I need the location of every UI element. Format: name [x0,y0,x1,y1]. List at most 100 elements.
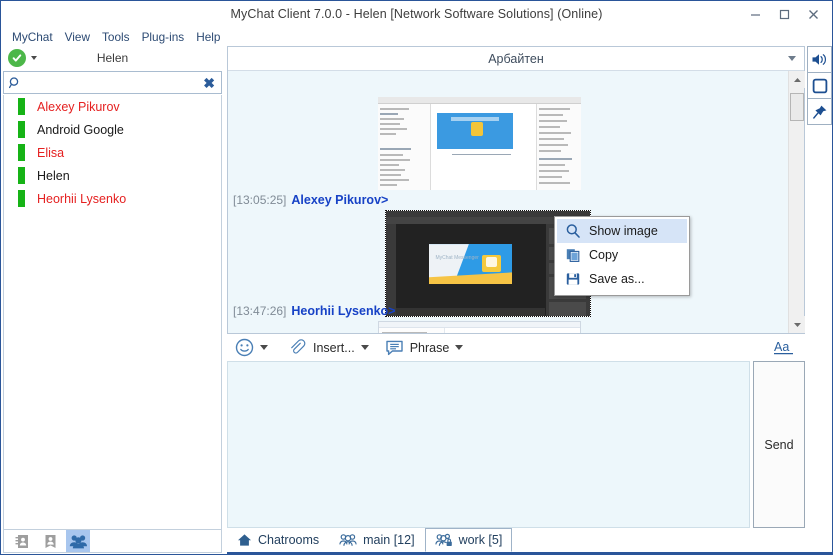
contact-name: Alexey Pikurov [37,99,120,114]
right-toolbar [807,46,832,146]
context-menu-item-copy[interactable]: Copy [557,243,687,267]
maximize-button[interactable] [770,2,799,26]
tab-chatrooms[interactable]: Chatrooms [227,528,329,552]
phrase-icon[interactable] [385,338,404,357]
message-input-box[interactable] [227,361,750,528]
message-author: Heorhii Lysenko> [291,304,396,318]
message-input[interactable] [228,362,749,527]
save-icon [561,271,585,287]
list-item[interactable]: Helen [4,164,221,187]
chat-title: Арбайтен [488,51,544,66]
phrase-label[interactable]: Phrase [410,341,450,355]
context-menu-label: Show image [589,224,658,238]
status-dropdown-icon[interactable] [31,56,37,60]
context-menu-item-save-as[interactable]: Save as... [557,267,687,291]
presence-indicator [18,167,25,184]
chat-header: Арбайтен [228,47,804,71]
chatroom-tabs: Chatrooms main [12] work [5] [227,528,832,554]
list-item[interactable]: Alexey Pikurov [4,95,221,118]
message-row: [13:47:26] Heorhii Lysenko> [233,304,395,318]
list-item[interactable]: Heorhii Lysenko [4,187,221,210]
list-item[interactable]: Elisa [4,141,221,164]
menu-item-help[interactable]: Help [190,29,226,45]
contacts-panel: Helen ✖ Alexey Pikurov Android Google El… [3,46,222,552]
contact-name: Helen [37,168,70,183]
context-menu-label: Copy [589,248,619,262]
menu-item-tools[interactable]: Tools [96,29,136,45]
clear-search-icon[interactable]: ✖ [203,76,215,90]
insert-label[interactable]: Insert... [313,341,355,355]
contact-name: Heorhii Lysenko [37,191,127,206]
window-icon[interactable] [807,72,832,99]
tab-label: main [12] [363,533,415,547]
contact-card-icon[interactable] [38,530,62,552]
phrase-group: Phrase [385,338,472,357]
magnifier-icon [561,223,585,239]
presence-indicator [18,98,25,115]
search-icon [8,76,22,90]
chat-scrollbar[interactable] [788,71,805,333]
scroll-down-icon[interactable] [789,316,805,333]
list-item[interactable]: Android Google [4,118,221,141]
insert-group: Insert... [288,338,377,357]
contact-name: Android Google [37,122,124,137]
message-attachment-image[interactable] [378,321,581,333]
window-title: MyChat Client 7.0.0 - Helen [Network Sof… [230,7,603,21]
font-format-group: Aa [773,338,795,357]
tab-main[interactable]: main [12] [329,528,424,552]
title-bar: MyChat Client 7.0.0 - Helen [Network Sof… [1,1,832,27]
svg-text:Aa: Aa [774,340,789,354]
sound-icon[interactable] [807,46,832,73]
tab-work[interactable]: work [5] [424,528,513,552]
window-controls [741,1,828,27]
groups-icon[interactable] [66,530,90,552]
emoji-icon[interactable] [235,338,254,357]
minimize-button[interactable] [741,2,770,26]
search-input[interactable] [26,75,204,90]
sidebar-view-toolbar [3,529,222,553]
message-attachment-image[interactable] [378,97,581,190]
phrase-dropdown-icon[interactable] [455,345,464,350]
image-context-menu[interactable]: Show image Copy Save as... [554,216,690,296]
context-menu-item-show-image[interactable]: Show image [557,219,687,243]
status-row: Helen [3,46,222,70]
font-format-icon[interactable]: Aa [773,338,795,357]
paperclip-icon[interactable] [288,338,307,357]
search-box: ✖ [3,71,222,94]
tab-label: Chatrooms [258,533,320,547]
scroll-up-icon[interactable] [789,71,805,88]
menu-item-mychat[interactable]: MyChat [6,29,59,45]
home-icon [237,533,252,547]
emoji-dropdown-icon[interactable] [260,345,268,350]
emoji-group [235,338,276,357]
message-author: Alexey Pikurov> [291,193,389,207]
message-timestamp: [13:05:25] [233,193,287,207]
copy-icon [561,247,585,263]
banner-caption: MyChat Messenger [435,255,479,262]
insert-dropdown-icon[interactable] [360,345,369,350]
group-icon [339,533,357,547]
menu-item-plugins[interactable]: Plug-ins [136,29,191,45]
compose-area: Send [227,361,805,528]
message-row: [13:05:25] Alexey Pikurov> [233,193,388,207]
address-book-icon[interactable] [10,530,34,552]
mychat-window: MyChat Client 7.0.0 - Helen [Network Sof… [0,0,833,555]
send-button[interactable]: Send [753,361,805,528]
chat-menu-chevron-down-icon[interactable] [788,56,796,61]
message-list[interactable]: [13:05:25] Alexey Pikurov> MyChat Messen… [228,71,804,333]
presence-indicator [18,190,25,207]
menu-bar: MyChat View Tools Plug-ins Help [1,27,832,46]
status-online-icon[interactable] [8,49,26,67]
mychat-banner-artwork: MyChat Messenger [428,244,513,285]
pin-icon[interactable] [807,98,832,125]
contact-name: Elisa [37,145,65,160]
contact-list[interactable]: Alexey Pikurov Android Google Elisa Hele… [3,95,222,548]
message-timestamp: [13:47:26] [233,304,287,318]
close-button[interactable] [799,2,828,26]
context-menu-label: Save as... [589,272,645,286]
menu-item-view[interactable]: View [59,29,96,45]
chat-panel: Арбайтен [13:05:25] Alexey Pikurov> MyCh… [227,46,805,334]
compose-toolbar: Insert... Phrase Aa [227,334,805,361]
scrollbar-thumb[interactable] [790,93,804,121]
tab-label: work [5] [458,533,503,547]
